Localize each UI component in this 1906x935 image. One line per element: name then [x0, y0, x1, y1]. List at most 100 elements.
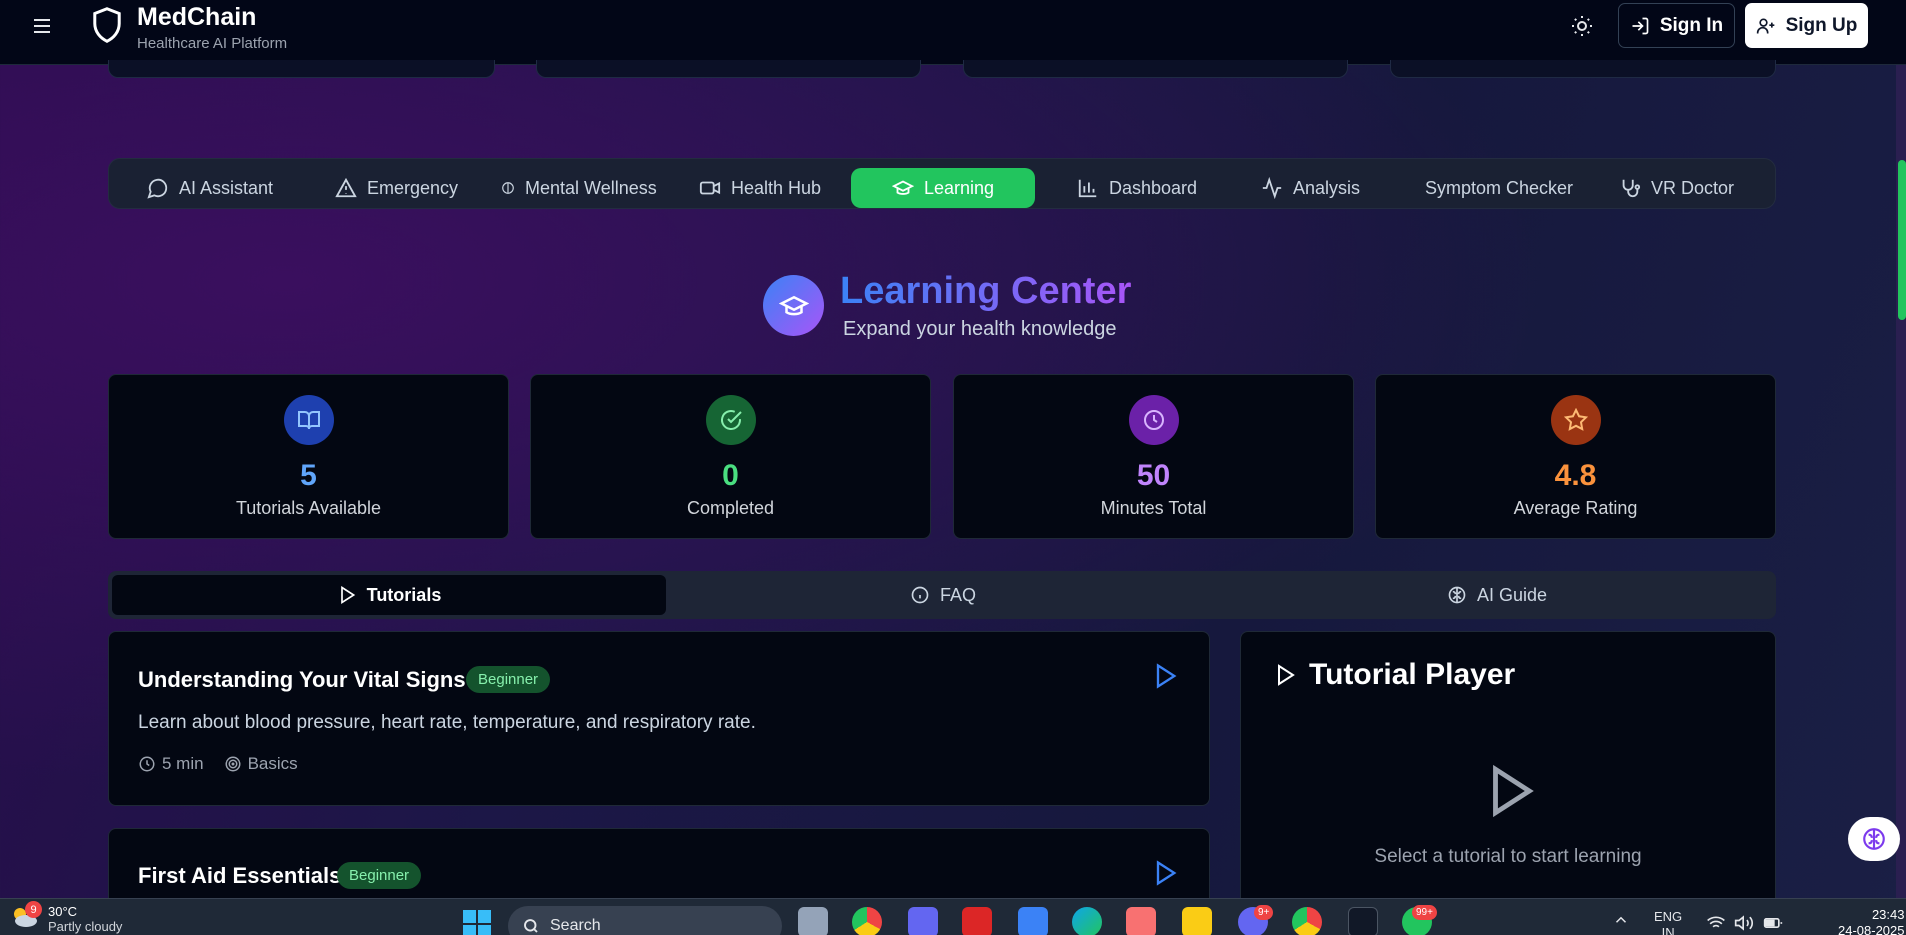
tab-label: Dashboard	[1109, 177, 1198, 198]
mail-app-icon[interactable]	[962, 907, 992, 935]
store-app-icon[interactable]	[1126, 907, 1156, 935]
stat-label: Average Rating	[1513, 498, 1638, 518]
brand-subtitle: Healthcare AI Platform	[137, 35, 288, 52]
play-icon	[1481, 762, 1539, 820]
weather-desc: Partly cloudy	[48, 919, 123, 934]
clock-icon	[1129, 395, 1179, 445]
tab-dashboard[interactable]: Dashboard	[1065, 168, 1209, 208]
battery-icon[interactable]	[1762, 913, 1784, 933]
book-open-icon	[284, 395, 334, 445]
star-icon	[1551, 395, 1601, 445]
language-sub: IN	[1661, 925, 1675, 935]
duration-label: 5 min	[162, 754, 204, 773]
activity-icon	[1261, 177, 1283, 199]
tutorial-card[interactable]: Understanding Your Vital Signs Beginner …	[108, 631, 1210, 806]
tab-mental-wellness[interactable]: Mental Wellness	[489, 168, 669, 208]
brain-icon	[1861, 826, 1887, 852]
sign-up-label: Sign Up	[1785, 14, 1858, 36]
category: Basics	[224, 754, 298, 774]
top-navbar: MedChain Healthcare AI Platform Sign In …	[0, 0, 1906, 65]
sign-up-button[interactable]: Sign Up	[1745, 3, 1868, 48]
taskbar-search[interactable]: Search	[508, 906, 782, 935]
tab-symptom-checker[interactable]: Symptom Checker	[1413, 168, 1585, 208]
tab-label: Emergency	[367, 177, 459, 198]
file-explorer-app-icon[interactable]	[798, 907, 828, 935]
tab-ai-assistant[interactable]: AI Assistant	[135, 168, 285, 208]
card-remnant	[1390, 60, 1776, 78]
shield-logo-icon	[90, 6, 124, 44]
tab-label: Symptom Checker	[1425, 177, 1574, 198]
tab-ai-guide[interactable]: AI Guide	[1220, 575, 1774, 615]
volume-icon[interactable]	[1734, 913, 1754, 933]
stat-card-rating: 4.8 Average Rating	[1375, 374, 1776, 539]
tab-emergency[interactable]: Emergency	[323, 168, 470, 208]
windows-start-icon[interactable]	[462, 909, 492, 935]
tab-label: FAQ	[939, 584, 976, 605]
chat-icon	[147, 177, 169, 199]
folder-app-icon[interactable]	[1182, 907, 1212, 935]
terminal-app-icon[interactable]	[1348, 907, 1378, 935]
discord-badge: 9+	[1254, 905, 1274, 920]
level-badge: Beginner	[466, 666, 551, 693]
card-remnant	[963, 60, 1348, 78]
tab-label: AI Assistant	[179, 177, 274, 198]
hamburger-menu-icon[interactable]	[30, 14, 54, 38]
tab-health-hub[interactable]: Health Hub	[687, 168, 833, 208]
info-icon	[910, 585, 930, 605]
tutorial-player: Tutorial Player Select a tutorial to sta…	[1240, 631, 1776, 935]
tab-label: Health Hub	[731, 177, 822, 198]
graduation-cap-icon	[763, 275, 824, 336]
wifi-icon[interactable]	[1706, 913, 1726, 933]
stat-value: 4.8	[1554, 459, 1597, 492]
cloud-sun-icon: 9	[10, 901, 42, 929]
chrome-app-icon[interactable]	[1292, 907, 1322, 935]
card-remnant	[108, 60, 495, 78]
section-tabs: Tutorials FAQ AI Guide	[108, 571, 1776, 619]
stat-value: 5	[300, 459, 317, 492]
target-icon	[224, 755, 242, 773]
play-icon[interactable]	[1151, 859, 1179, 887]
sign-in-button[interactable]: Sign In	[1618, 3, 1735, 48]
clock-date: 24-08-2025	[1838, 923, 1905, 935]
play-icon	[1273, 663, 1297, 687]
duration: 5 min	[138, 754, 204, 774]
tutorial-meta: 5 min Basics	[138, 754, 298, 774]
feature-tabs: AI Assistant Emergency Mental Wellness H…	[108, 158, 1776, 209]
chevron-up-icon[interactable]	[1612, 911, 1630, 929]
clock-time: 23:43	[1871, 907, 1905, 922]
sun-icon[interactable]	[1570, 14, 1594, 38]
tab-faq[interactable]: FAQ	[666, 575, 1220, 615]
stat-card-tutorials: 5 Tutorials Available	[108, 374, 509, 539]
weather-temp: 30°C	[48, 904, 78, 919]
play-icon	[337, 585, 357, 605]
play-icon[interactable]	[1151, 662, 1179, 690]
tab-label: Tutorials	[366, 584, 442, 605]
ai-brain-button[interactable]	[1848, 817, 1900, 861]
edge-app-icon[interactable]	[1072, 907, 1102, 935]
bar-chart-icon	[1077, 177, 1099, 199]
stat-value: 50	[1136, 459, 1171, 492]
teams-app-icon[interactable]	[908, 907, 938, 935]
tab-label: Learning	[923, 177, 995, 198]
tutorial-title: Understanding Your Vital Signs	[138, 667, 466, 692]
search-icon	[522, 917, 540, 935]
weather-widget[interactable]: 9 30°C Partly cloudy	[10, 901, 123, 935]
scrollbar-thumb[interactable]	[1898, 160, 1906, 320]
tab-label: VR Doctor	[1651, 177, 1735, 198]
sign-in-label: Sign In	[1659, 14, 1724, 36]
clock[interactable]: 23:43 24-08-2025	[1838, 907, 1905, 935]
chrome-app-icon[interactable]	[852, 907, 882, 935]
tab-vr-doctor[interactable]: VR Doctor	[1607, 168, 1746, 208]
page-title: Learning Center	[840, 270, 1132, 312]
video-icon	[699, 177, 721, 199]
tab-analysis[interactable]: Analysis	[1249, 168, 1372, 208]
tab-tutorials[interactable]: Tutorials	[112, 575, 666, 615]
brand-name[interactable]: MedChain	[137, 3, 256, 32]
stat-label: Completed	[686, 498, 775, 518]
log-in-icon	[1630, 16, 1650, 36]
clock-icon	[138, 755, 156, 773]
player-hint: Select a tutorial to start learning	[1374, 846, 1642, 867]
tab-learning[interactable]: Learning	[851, 168, 1035, 208]
language-indicator[interactable]: ENG IN	[1654, 909, 1682, 935]
app-icon[interactable]	[1018, 907, 1048, 935]
